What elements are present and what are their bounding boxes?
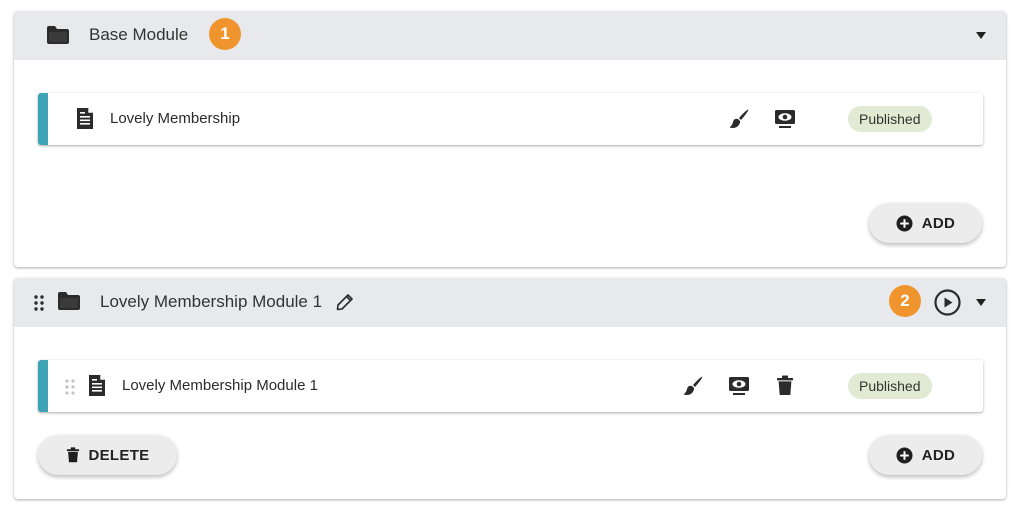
add-label: ADD: [921, 446, 956, 464]
pencil-icon[interactable]: [336, 293, 354, 311]
status-badge: Published: [848, 373, 932, 399]
module-card-base: Base Module 1 Lovely Membership Publishe…: [14, 11, 1006, 267]
caret-down-icon[interactable]: [976, 32, 986, 39]
delete-module-button[interactable]: DELETE: [38, 435, 177, 475]
module-header[interactable]: Base Module 1: [14, 11, 1006, 60]
module-title: Lovely Membership Module 1: [100, 292, 323, 311]
trash-icon[interactable]: [776, 375, 794, 396]
paintbrush-icon[interactable]: [682, 375, 704, 397]
document-icon: [88, 374, 106, 397]
lesson-title[interactable]: Lovely Membership Module 1: [122, 377, 318, 395]
delete-label: DELETE: [88, 446, 150, 464]
folder-icon: [57, 291, 81, 311]
eye-monitor-icon[interactable]: [728, 375, 750, 397]
plus-circle-icon: [896, 447, 913, 464]
step-badge: 2: [889, 285, 921, 317]
module-header[interactable]: Lovely Membership Module 1 2: [14, 278, 1006, 327]
lesson-accent-bar: [38, 93, 48, 145]
document-icon: [76, 107, 94, 130]
lesson-row[interactable]: Lovely Membership Published: [38, 93, 983, 145]
trash-icon: [66, 447, 80, 463]
caret-down-icon[interactable]: [976, 299, 986, 306]
paintbrush-icon[interactable]: [728, 108, 750, 130]
lesson-title[interactable]: Lovely Membership: [110, 110, 240, 128]
add-label: ADD: [921, 214, 956, 232]
lesson-accent-bar: [38, 360, 48, 412]
module-card-1: Lovely Membership Module 1 2 Lovely Memb…: [14, 278, 1006, 499]
add-lesson-button[interactable]: ADD: [869, 203, 982, 243]
add-lesson-button[interactable]: ADD: [869, 435, 982, 475]
status-badge: Published: [848, 106, 932, 132]
lesson-row[interactable]: Lovely Membership Module 1 Published: [38, 360, 983, 412]
plus-circle-icon: [896, 215, 913, 232]
drag-handle-icon[interactable]: [34, 295, 44, 311]
module-title: Base Module: [89, 25, 189, 44]
play-circle-icon[interactable]: [934, 289, 961, 316]
drag-handle-icon[interactable]: [65, 379, 75, 395]
folder-icon: [46, 25, 70, 45]
step-badge: 1: [209, 18, 241, 50]
eye-monitor-icon[interactable]: [774, 108, 796, 130]
